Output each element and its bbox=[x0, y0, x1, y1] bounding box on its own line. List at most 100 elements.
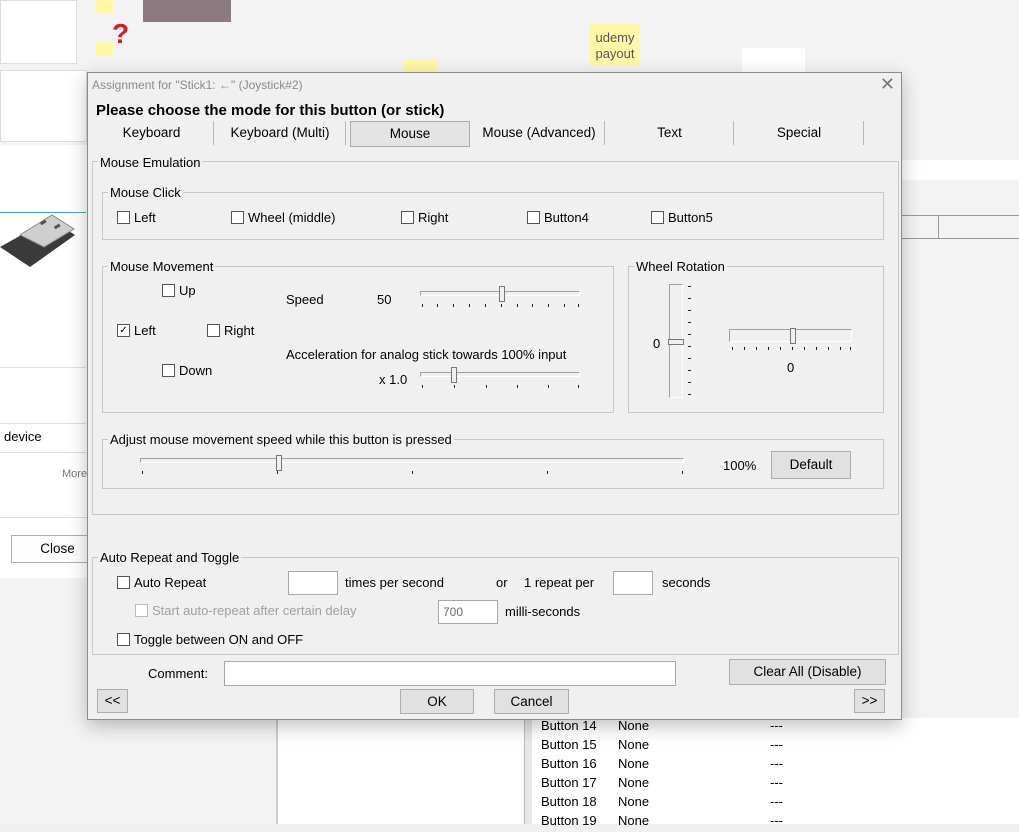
move-right-label: Right bbox=[224, 323, 255, 338]
default-button[interactable]: Default bbox=[771, 451, 851, 479]
click-button5-label: Button5 bbox=[668, 210, 713, 225]
device-label: device bbox=[4, 429, 42, 444]
table-cell-name: Button 15 bbox=[541, 737, 597, 752]
tab-special[interactable]: Special bbox=[735, 121, 864, 145]
table-row[interactable]: Button 19 None --- bbox=[532, 813, 1019, 832]
more-link[interactable]: More bbox=[62, 468, 87, 480]
table-cell-extra: --- bbox=[770, 775, 783, 790]
click-wheel-label: Wheel (middle) bbox=[248, 210, 336, 225]
tab-keyboard-multi[interactable]: Keyboard (Multi) bbox=[215, 121, 346, 145]
acceleration-value: x 1.0 bbox=[379, 372, 408, 387]
or-label: or bbox=[496, 575, 508, 590]
delay-input[interactable] bbox=[438, 600, 498, 624]
sticky-note-small-2 bbox=[95, 42, 113, 56]
move-down-label: Down bbox=[179, 363, 213, 378]
toggle-checkbox[interactable] bbox=[117, 633, 130, 646]
adjust-speed-slider[interactable] bbox=[140, 455, 688, 477]
click-left-label: Left bbox=[134, 210, 156, 225]
move-up-label: Up bbox=[179, 283, 196, 298]
mouse-movement-label: Mouse Movement bbox=[108, 259, 216, 274]
move-left-label: Left bbox=[134, 323, 156, 338]
table-cell-value: None bbox=[618, 775, 650, 790]
delay-label: Start auto-repeat after certain delay bbox=[152, 603, 357, 618]
seconds-label: seconds bbox=[662, 575, 711, 590]
acceleration-slider[interactable] bbox=[420, 367, 582, 389]
table-cell-value: None bbox=[618, 718, 650, 733]
panel-header bbox=[900, 215, 1019, 239]
tab-mouse[interactable]: Mouse bbox=[350, 121, 470, 147]
seconds-input[interactable] bbox=[613, 571, 653, 595]
comment-label: Comment: bbox=[148, 666, 208, 681]
sticky-note-mini bbox=[404, 60, 438, 72]
wheel-rotation-label: Wheel Rotation bbox=[634, 259, 727, 274]
wheel-vertical-value: 0 bbox=[653, 336, 661, 351]
click-wheel-checkbox[interactable] bbox=[231, 211, 244, 224]
table-row[interactable]: Button 18 None --- bbox=[532, 794, 1019, 813]
click-left-checkbox[interactable] bbox=[117, 211, 130, 224]
table-cell-extra: --- bbox=[770, 813, 783, 828]
auto-repeat-group-label: Auto Repeat and Toggle bbox=[98, 550, 242, 565]
close-icon[interactable]: ✕ bbox=[880, 74, 895, 95]
table-cell-value: None bbox=[618, 813, 650, 828]
clear-all-button[interactable]: Clear All (Disable) bbox=[729, 659, 886, 685]
times-per-second-input[interactable] bbox=[288, 571, 338, 595]
wheel-horizontal-slider[interactable] bbox=[729, 328, 855, 352]
click-button4-checkbox[interactable] bbox=[527, 211, 540, 224]
one-repeat-per-label: 1 repeat per bbox=[524, 575, 595, 590]
sticky-note-small bbox=[95, 0, 113, 14]
question-icon: ? bbox=[112, 18, 130, 49]
canvas-box bbox=[742, 48, 805, 72]
tab-mouse-advanced[interactable]: Mouse (Advanced) bbox=[474, 121, 605, 145]
move-down-checkbox[interactable] bbox=[162, 364, 175, 377]
table-cell-extra: --- bbox=[770, 737, 783, 752]
move-up-checkbox[interactable] bbox=[162, 284, 175, 297]
toggle-label: Toggle between ON and OFF bbox=[134, 632, 304, 647]
speed-slider[interactable] bbox=[420, 286, 582, 308]
click-button4-label: Button4 bbox=[544, 210, 589, 225]
list-panel-left bbox=[278, 718, 524, 824]
button-table: Button 14 None --- Button 15 None --- Button 1… bbox=[532, 718, 1019, 828]
click-right-label: Right bbox=[418, 210, 449, 225]
table-row[interactable]: Button 14 None --- bbox=[532, 718, 1019, 737]
table-cell-name: Button 14 bbox=[541, 718, 597, 733]
wheel-vertical-slider[interactable] bbox=[668, 283, 692, 399]
comment-input[interactable] bbox=[224, 661, 676, 686]
table-row[interactable]: Button 16 None --- bbox=[532, 756, 1019, 775]
previous-button[interactable]: << bbox=[97, 689, 128, 713]
adjust-speed-label: Adjust mouse movement speed while this b… bbox=[108, 432, 454, 447]
click-right-checkbox[interactable] bbox=[401, 211, 414, 224]
auto-repeat-label: Auto Repeat bbox=[134, 575, 207, 590]
auto-repeat-checkbox[interactable] bbox=[117, 576, 130, 589]
next-button[interactable]: >> bbox=[854, 689, 885, 713]
ok-button[interactable]: OK bbox=[400, 689, 474, 714]
click-button5-checkbox[interactable] bbox=[651, 211, 664, 224]
document-thumbnail bbox=[0, 0, 77, 64]
panel-strip bbox=[900, 160, 1019, 180]
table-row[interactable]: Button 17 None --- bbox=[532, 775, 1019, 794]
sticky-note-udemy: udemy payout bbox=[590, 24, 640, 66]
adjust-speed-percent: 100% bbox=[723, 458, 757, 473]
device-panel: on device More Close bbox=[0, 145, 104, 578]
table-cell-value: None bbox=[618, 794, 650, 809]
cancel-button[interactable]: Cancel bbox=[494, 689, 569, 714]
table-row[interactable]: Button 15 None --- bbox=[532, 737, 1019, 756]
acceleration-label: Acceleration for analog stick towards 10… bbox=[286, 347, 567, 362]
assignment-dialog: Assignment for "Stick1: ←" (Joystick#2) … bbox=[87, 72, 902, 720]
move-left-checkbox[interactable]: ✓ bbox=[117, 324, 130, 337]
tab-keyboard[interactable]: Keyboard bbox=[90, 121, 214, 145]
delay-checkbox[interactable] bbox=[135, 604, 148, 617]
move-right-checkbox[interactable] bbox=[207, 324, 220, 337]
speed-value: 50 bbox=[377, 292, 392, 307]
table-cell-extra: --- bbox=[770, 756, 783, 771]
mouse-click-group bbox=[102, 192, 884, 240]
image-thumbnail bbox=[143, 0, 231, 22]
table-cell-value: None bbox=[618, 756, 650, 771]
dialog-title: Assignment for "Stick1: ←" (Joystick#2) bbox=[92, 78, 303, 92]
usb-dongle-icon: on bbox=[0, 214, 75, 272]
tab-text[interactable]: Text bbox=[606, 121, 734, 145]
table-cell-name: Button 19 bbox=[541, 813, 597, 828]
table-cell-name: Button 17 bbox=[541, 775, 597, 790]
table-cell-name: Button 18 bbox=[541, 794, 597, 809]
mode-heading: Please choose the mode for this button (… bbox=[96, 102, 445, 119]
times-per-second-label: times per second bbox=[345, 575, 444, 590]
